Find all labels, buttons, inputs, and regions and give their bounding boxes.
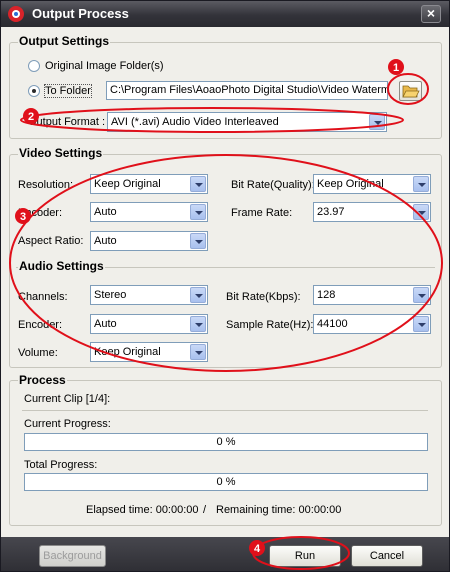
output-format-label: Output Format : [28,116,106,128]
aspect-ratio-value: Auto [94,235,117,247]
volume-select[interactable]: Keep Original [90,342,208,362]
audio-bitrate-value: 128 [317,289,336,301]
current-progress-bar: 0 % [24,433,428,451]
time-divider: / [203,504,207,516]
sample-rate-select[interactable]: 44100 [313,314,431,334]
original-folder-radio[interactable] [28,60,40,72]
volume-label: Volume: [18,347,58,359]
browse-folder-button[interactable] [399,81,422,101]
frame-rate-label: Frame Rate: [231,207,293,219]
channels-select[interactable]: Stereo [90,285,208,305]
audio-settings-group: Audio Settings Channels: Stereo Bit Rate… [9,258,442,368]
frame-rate-select[interactable]: 23.97 [313,202,431,222]
chevron-down-icon [190,233,206,249]
cancel-button[interactable]: Cancel [351,545,423,567]
output-settings-title: Output Settings [18,34,110,48]
original-folder-label: Original Image Folder(s) [45,60,164,72]
output-settings-group: Output Settings Original Image Folder(s)… [9,34,442,139]
video-bitrate-label: Bit Rate(Quality): [231,179,315,191]
audio-encoder-select[interactable]: Auto [90,314,208,334]
remaining-time: Remaining time: 00:00:00 [216,504,342,516]
audio-encoder-value: Auto [94,318,117,330]
current-progress-label: Current Progress: [24,418,111,430]
frame-rate-value: 23.97 [317,206,345,218]
video-encoder-select[interactable]: Auto [90,202,208,222]
output-process-dialog: Output Process × Output Settings Origina… [0,0,450,572]
chevron-down-icon [413,287,429,303]
close-icon: × [426,5,436,21]
video-encoder-value: Auto [94,206,117,218]
chevron-down-icon [190,344,206,360]
title-bar: Output Process × [1,1,449,27]
output-format-value: AVI (*.avi) Audio Video Interleaved [111,116,279,128]
aspect-ratio-select[interactable]: Auto [90,231,208,251]
resolution-value: Keep Original [94,178,161,190]
run-button[interactable]: Run [269,545,341,567]
audio-encoder-label: Encoder: [18,319,63,331]
channels-value: Stereo [94,289,127,301]
channels-label: Channels: [18,291,68,303]
video-settings-group: Video Settings Resolution: Keep Original… [9,146,442,262]
total-progress-bar: 0 % [24,473,428,491]
window-title: Output Process [32,6,129,21]
chevron-down-icon [369,114,385,130]
resolution-select[interactable]: Keep Original [90,174,208,194]
sample-rate-label: Sample Rate(Hz): [226,319,314,331]
chevron-down-icon [190,176,206,192]
video-encoder-label: Encoder: [18,207,63,219]
chevron-down-icon [190,316,206,332]
output-format-select[interactable]: AVI (*.avi) Audio Video Interleaved [107,112,387,132]
video-bitrate-select[interactable]: Keep Original [313,174,431,194]
total-progress-text: 0 % [216,476,236,488]
chevron-down-icon [190,204,206,220]
chevron-down-icon [413,204,429,220]
volume-value: Keep Original [94,346,161,358]
audio-bitrate-select[interactable]: 128 [313,285,431,305]
total-progress-label: Total Progress: [24,459,98,471]
resolution-label: Resolution: [18,179,74,191]
audio-bitrate-label: Bit Rate(Kbps): [226,291,301,303]
current-clip-label: Current Clip [1/4]: [24,393,111,405]
dialog-footer: Background Run Cancel [1,537,449,571]
aspect-ratio-label: Aspect Ratio: [18,235,84,247]
folder-open-icon [402,85,420,98]
app-logo-icon [8,6,24,22]
process-title: Process [18,373,67,387]
audio-settings-title: Audio Settings [18,259,105,273]
current-progress-text: 0 % [216,436,236,448]
folder-path-input[interactable]: C:\Program Files\AoaoPhoto Digital Studi… [106,81,388,100]
to-folder-label: To Folder [44,84,92,98]
video-settings-title: Video Settings [18,146,104,160]
close-button[interactable]: × [421,5,441,23]
chevron-down-icon [413,316,429,332]
process-group: Process Current Clip [1/4]: Current Prog… [9,373,442,526]
process-divider [22,410,428,411]
sample-rate-value: 44100 [317,318,348,330]
elapsed-time: Elapsed time: 00:00:00 [86,504,199,516]
video-bitrate-value: Keep Original [317,178,384,190]
background-button[interactable]: Background [39,545,106,567]
chevron-down-icon [413,176,429,192]
to-folder-radio[interactable] [28,85,40,97]
chevron-down-icon [190,287,206,303]
